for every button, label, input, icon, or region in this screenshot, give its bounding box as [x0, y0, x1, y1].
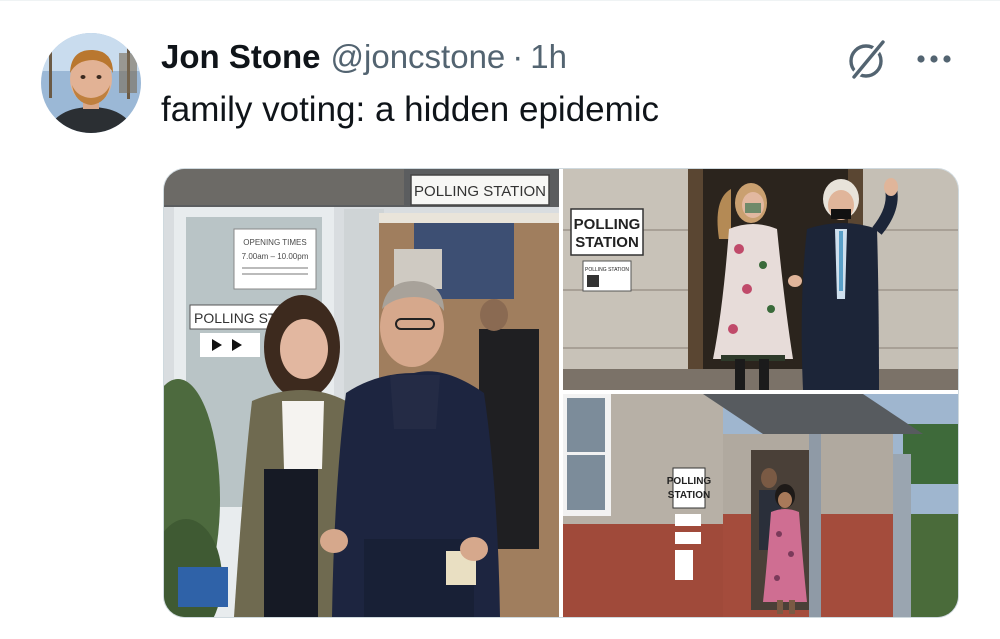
sign-station-line2: STATION: [575, 234, 639, 251]
sign-station-line2: STATION: [668, 490, 710, 501]
sign-opening-hours: 7.00am – 10.00pm: [242, 252, 309, 261]
photo-couple-leaving-polling-station[interactable]: POLLING STATION OPENING TIMES 7.00am – 1…: [164, 169, 559, 617]
more-options-icon[interactable]: [912, 44, 956, 74]
photo-couple-at-brick-hut[interactable]: POLLING STATION: [563, 394, 958, 617]
sign-polling-line1: POLLING: [667, 476, 712, 487]
tweet-text: family voting: a hidden epidemic: [161, 90, 660, 129]
user-handle[interactable]: @joncstone: [331, 38, 506, 76]
grok-icon[interactable]: [845, 38, 889, 82]
sign-polling-line1: POLLING: [574, 216, 641, 233]
media-grid: POLLING STATION OPENING TIMES 7.00am – 1…: [163, 168, 959, 618]
timestamp[interactable]: 1h: [530, 38, 567, 76]
separator-dot: ·: [512, 38, 524, 75]
sign-opening-times: OPENING TIMES: [243, 238, 306, 247]
tweet-header: Jon Stone @joncstone · 1h: [161, 38, 567, 82]
sign-polling-station-top: POLLING STATION: [414, 183, 546, 200]
tweet[interactable]: Jon Stone @joncstone · 1h family voting:…: [0, 0, 1000, 639]
sign-small-polling-station: POLLING STATION: [585, 267, 629, 273]
avatar[interactable]: [41, 33, 141, 133]
divider: [0, 0, 1000, 1]
display-name[interactable]: Jon Stone: [161, 38, 321, 76]
avatar-image: [41, 33, 141, 133]
photo-couple-leaving-stone-building[interactable]: POLLING STATION POLLING STATION: [563, 169, 958, 390]
